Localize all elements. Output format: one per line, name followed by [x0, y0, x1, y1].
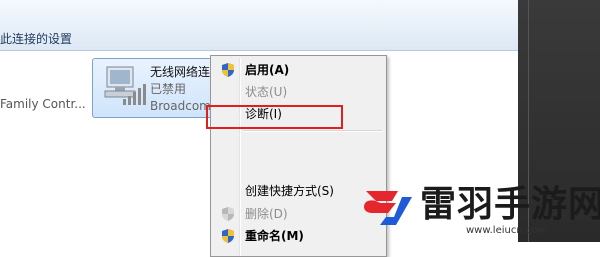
family-controls-connection[interactable]: Family Contr... — [0, 97, 86, 111]
watermark-brand-text: 雷羽手游网 — [420, 184, 600, 225]
menu-item-label: 重命名(M) — [245, 229, 304, 243]
adapter-status: 已禁用 — [150, 82, 187, 96]
uac-shield-icon — [222, 63, 234, 77]
menu-item-label: 状态(U) — [245, 85, 288, 99]
network-adapter-icon — [104, 66, 146, 105]
menu-item-enable[interactable]: 启用(A) — [213, 60, 384, 80]
menu-separator-spacer — [243, 134, 382, 135]
watermark-url: www.leiucn.com — [466, 225, 548, 236]
menu-item-label: 删除(D) — [245, 207, 288, 221]
uac-shield-icon — [222, 207, 234, 221]
menu-item-label: 启用(A) — [245, 63, 290, 77]
toolbar: 此连接的设置 — [0, 0, 518, 51]
toolbar-settings-link[interactable]: 此连接的设置 — [0, 30, 72, 47]
watermark: 雷羽手游网 www.leiucn.com — [358, 175, 600, 242]
annotation-highlight-box — [206, 105, 343, 129]
brand-logo-icon — [364, 191, 412, 225]
menu-item-status: 状态(U) — [213, 82, 384, 102]
uac-shield-icon — [222, 229, 234, 243]
menu-item-label: 创建快捷方式(S) — [245, 184, 334, 198]
menu-separator — [243, 130, 382, 132]
